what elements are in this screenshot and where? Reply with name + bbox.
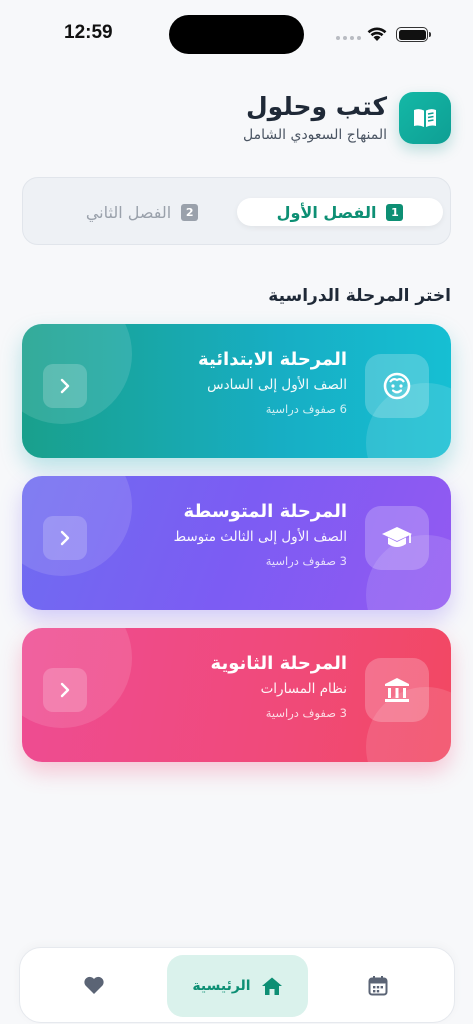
page-subtitle: المنهاج السعودي الشامل <box>243 126 387 143</box>
tab-number-badge: 1 <box>386 203 404 221</box>
chevron-right-icon[interactable] <box>43 516 87 560</box>
tab-first-semester[interactable]: 1 الفصل الأول <box>237 198 443 226</box>
institution-icon <box>365 658 429 722</box>
stage-card-intermediate[interactable]: المرحلة المتوسطة الصف الأول إلى الثالث م… <box>22 476 451 610</box>
status-bar: 12:59 <box>0 0 473 60</box>
wifi-icon <box>367 27 387 41</box>
tab-label: الفصل الثاني <box>85 202 172 222</box>
stage-grade-count: 6 صفوف دراسية <box>265 402 347 417</box>
stage-title: المرحلة المتوسطة <box>183 501 347 522</box>
heart-icon[interactable] <box>83 975 105 999</box>
status-time: 12:59 <box>64 22 113 43</box>
tab-label: الفصل الأول <box>276 202 377 222</box>
tab-number-badge: 2 <box>181 203 199 221</box>
child-face-icon <box>365 354 429 418</box>
chevron-right-icon[interactable] <box>43 364 87 408</box>
section-title: اختر المرحلة الدراسية <box>268 286 451 306</box>
signal-dots-icon <box>336 36 361 40</box>
page-title: كتب وحلول <box>245 92 387 122</box>
dynamic-island <box>169 15 304 54</box>
nav-home-label: الرئيسية <box>192 978 251 994</box>
stage-subtitle: نظام المسارات <box>260 681 347 698</box>
stage-card-secondary[interactable]: المرحلة الثانوية نظام المسارات 3 صفوف در… <box>22 628 451 762</box>
app-header: كتب وحلول المنهاج السعودي الشامل <box>243 92 451 144</box>
home-icon <box>261 977 282 995</box>
stage-grade-count: 3 صفوف دراسية <box>265 706 347 721</box>
stage-grade-count: 3 صفوف دراسية <box>265 554 347 569</box>
calendar-icon[interactable] <box>368 975 388 1000</box>
book-icon <box>399 92 451 144</box>
stage-title: المرحلة الابتدائية <box>198 349 347 370</box>
tab-second-semester[interactable]: 2 الفصل الثاني <box>67 198 217 226</box>
stage-title: المرحلة الثانوية <box>210 653 347 674</box>
battery-icon <box>396 27 431 42</box>
graduation-cap-icon <box>365 506 429 570</box>
chevron-right-icon[interactable] <box>43 668 87 712</box>
stage-subtitle: الصف الأول إلى السادس <box>207 377 347 394</box>
semester-switch: 1 الفصل الأول 2 الفصل الثاني <box>22 177 451 245</box>
stage-subtitle: الصف الأول إلى الثالث متوسط <box>173 529 347 546</box>
stage-card-elementary[interactable]: المرحلة الابتدائية الصف الأول إلى السادس… <box>22 324 451 458</box>
nav-home-button[interactable]: الرئيسية <box>167 955 308 1017</box>
bottom-nav: الرئيسية <box>19 947 455 1023</box>
